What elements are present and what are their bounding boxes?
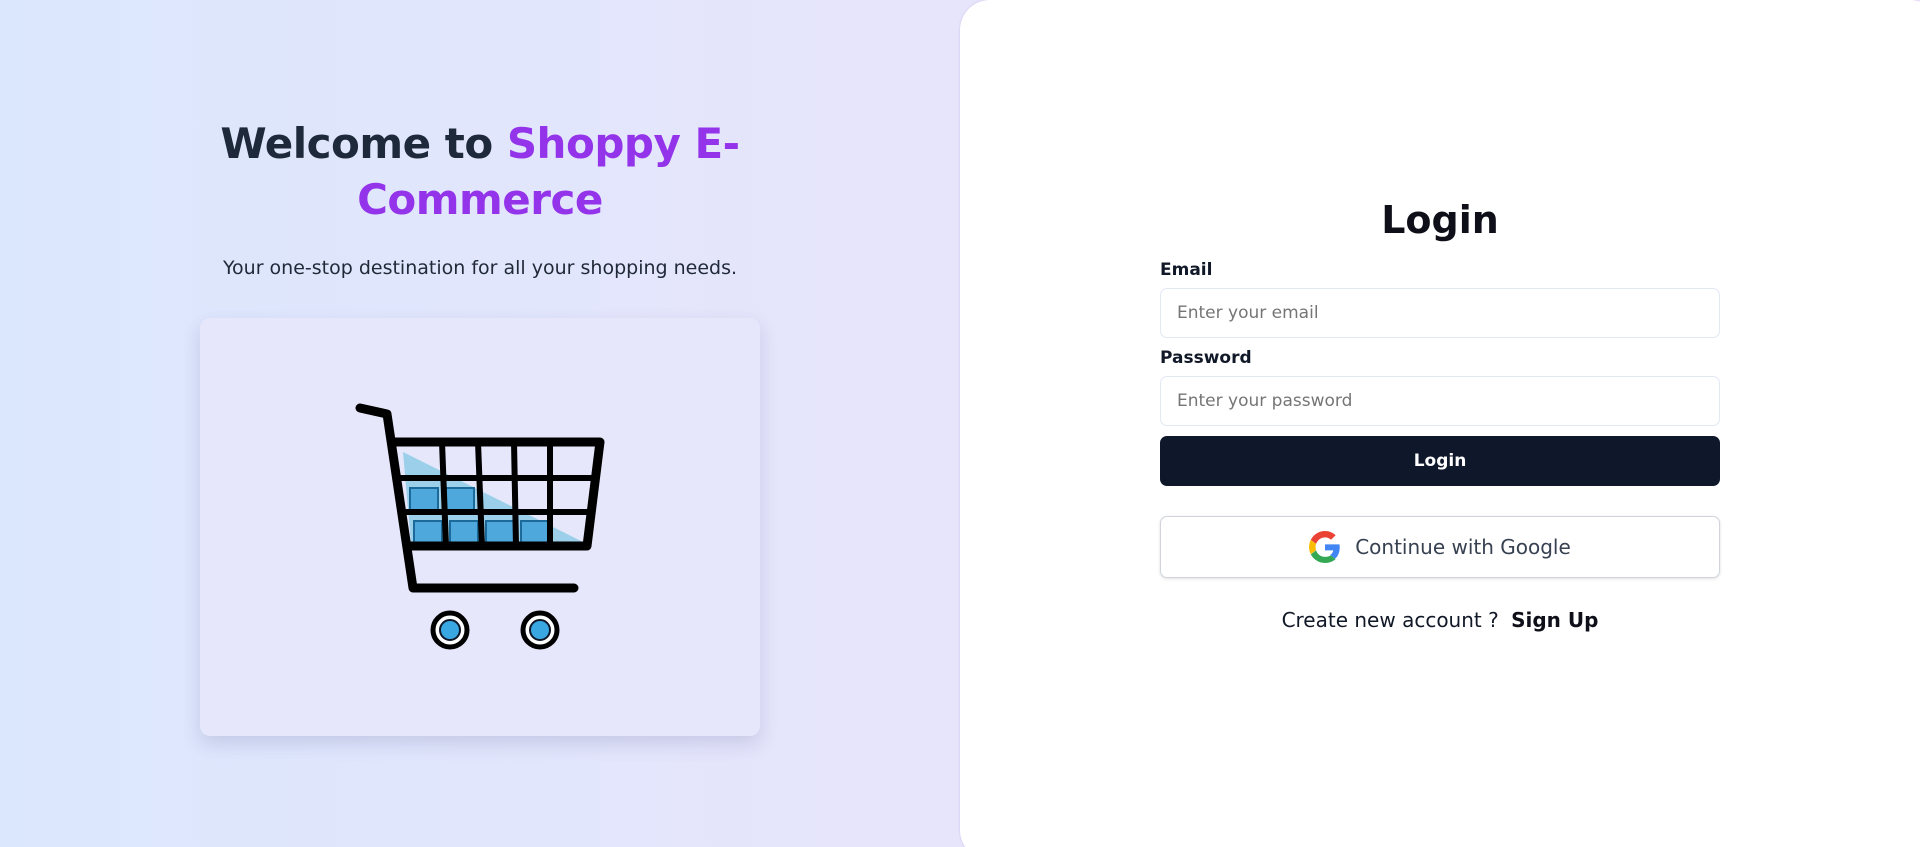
login-button[interactable]: Login [1160,436,1720,486]
hero-title: Welcome to Shoppy E-Commerce [180,116,780,228]
password-field[interactable] [1160,376,1720,426]
hero-subtitle: Your one-stop destination for all your s… [222,257,738,279]
google-login-button[interactable]: Continue with Google [1160,516,1720,578]
hero-section: Welcome to Shoppy E-Commerce Your one-st… [0,0,960,847]
login-page: Welcome to Shoppy E-Commerce Your one-st… [0,0,1920,847]
cart-wheel-left [430,610,470,650]
shopping-cart-icon [355,403,605,650]
hero-image-card [200,318,760,736]
login-form: Login Email Password Login Continue with… [1160,190,1720,632]
password-label: Password [1160,348,1252,368]
email-field[interactable] [1160,288,1720,338]
hero-title-prefix: Welcome to [220,119,493,168]
signup-row: Create new account ? Sign Up [1160,608,1720,632]
cart-wheel-right [520,610,560,650]
google-button-label: Continue with Google [1355,535,1571,559]
signup-prompt: Create new account ? [1281,608,1499,632]
signup-link[interactable]: Sign Up [1511,608,1598,632]
email-label: Email [1160,260,1213,280]
google-icon [1309,531,1340,563]
login-title: Login [1381,198,1499,242]
